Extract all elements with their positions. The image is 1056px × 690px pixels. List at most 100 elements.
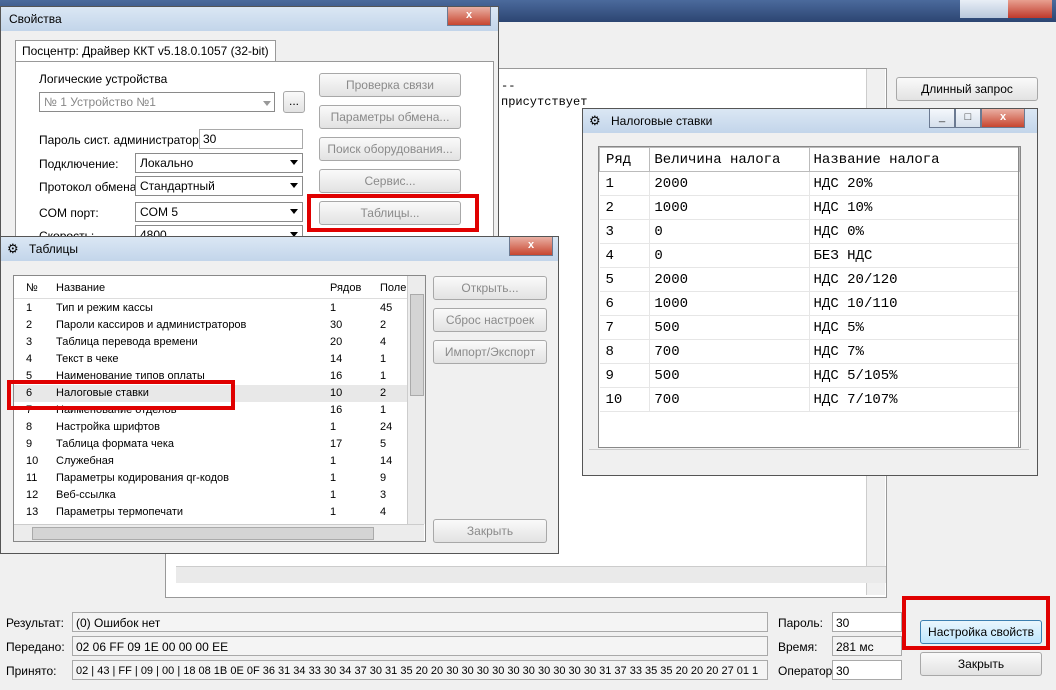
tax-table[interactable]: Ряд Величина налога Название налога 1 200… [599,147,1020,412]
com-port-select[interactable]: COM 5 [135,202,303,222]
tax-cell-row: 3 [599,219,651,244]
table-cell-fields: 45 [380,302,393,314]
connection-label: Подключение: [39,157,119,171]
connection-select[interactable]: Локально [135,153,303,173]
table-row[interactable]: 11 Параметры кодирования qr-кодов 1 9 [14,470,407,487]
col-value-header: Величина налога [649,147,810,172]
table-cell-num: 10 [26,455,39,467]
table-row[interactable]: 13 Параметры термопечати 1 4 [14,504,407,521]
tax-row[interactable]: 2 1000 НДС 10% [599,195,1020,220]
tax-table-right-border [1018,147,1019,447]
maximize-icon[interactable]: □ [955,109,981,128]
properties-title: Свойства [9,12,62,26]
protocol-select[interactable]: Стандартный [135,176,303,196]
properties-tab[interactable]: Посцентр: Драйвер ККТ v5.18.0.1057 (32-b… [15,40,276,61]
table-row[interactable]: 2 Пароли кассиров и администраторов 30 2 [14,317,407,334]
main-min-button[interactable] [960,0,984,18]
tax-cell-value: 500 [649,363,810,388]
minimize-icon[interactable]: _ [929,109,955,128]
col-row-header: Ряд [599,147,651,172]
tables-vscroll[interactable] [407,276,425,524]
device-select-arrow [263,101,271,106]
device-select[interactable]: № 1 Устройство №1 [39,92,275,112]
table-cell-name: Таблица перевода времени [56,336,198,348]
logical-devices-label: Логические устройства [39,72,168,86]
close-button[interactable]: Закрыть [920,652,1042,676]
table-cell-num: 1 [26,302,33,314]
log-line-2: присутствует [501,95,588,109]
table-cell-rows: 30 [330,319,343,331]
tax-status-bar [589,449,1029,470]
vscroll-thumb[interactable] [410,294,424,396]
tax-cell-row: 4 [599,243,651,268]
table-cell-num: 4 [26,353,33,365]
close-icon[interactable]: x [981,109,1025,128]
reset-settings-button[interactable]: Сброс настроек [433,308,547,332]
table-cell-rows: 20 [330,336,343,348]
import-export-button[interactable]: Импорт/Экспорт [433,340,547,364]
table-cell-name: Служебная [56,455,114,467]
log-line-1: -- [501,79,516,93]
table-cell-fields: 9 [380,472,387,484]
table-row[interactable]: 10 Служебная 1 14 [14,453,407,470]
main-close-button[interactable] [1008,0,1052,18]
open-button[interactable]: Открыть... [433,276,547,300]
table-cell-rows: 1 [330,489,337,501]
tax-row[interactable]: 8 700 НДС 7% [599,339,1020,364]
table-row[interactable]: 9 Таблица формата чека 17 5 [14,436,407,453]
tax-row[interactable]: 6 1000 НДС 10/110 [599,291,1020,316]
tables-hscroll[interactable] [14,524,424,541]
service-button[interactable]: Сервис... [319,169,461,193]
properties-window: Свойства x Посцентр: Драйвер ККТ v5.18.0… [0,6,499,249]
search-equipment-button[interactable]: Поиск оборудования... [319,137,461,161]
long-request-button[interactable]: Длинный запрос [896,77,1038,101]
tax-table-area: Ряд Величина налога Название налога 1 200… [598,146,1021,448]
tax-cell-value: 700 [649,339,810,364]
table-row[interactable]: 4 Текст в чеке 14 1 [14,351,407,368]
exchange-params-button[interactable]: Параметры обмена... [319,105,461,129]
table-row[interactable]: 12 Веб-ссылка 1 3 [14,487,407,504]
tax-row[interactable]: 1 2000 НДС 20% [599,171,1020,196]
tables-button-highlight [307,194,479,232]
close-icon[interactable]: x [509,237,553,256]
tax-cell-row: 2 [599,195,651,220]
table-row[interactable]: 3 Таблица перевода времени 20 4 [14,334,407,351]
com-port-label: COM порт: [39,206,99,220]
table-cell-name: Таблица формата чека [56,438,175,450]
tables-close-button[interactable]: Закрыть [433,519,547,543]
table-cell-rows: 1 [330,472,337,484]
table-row[interactable]: 8 Настройка шрифтов 1 24 [14,419,407,436]
hscroll-thumb[interactable] [32,527,374,540]
tax-cell-row: 5 [599,267,651,292]
browse-button[interactable]: ... [283,91,305,113]
table-cell-rows: 1 [330,455,337,467]
received-field: 02 | 43 | FF | 09 | 00 | 18 08 1B 0E 0F … [72,660,768,680]
tax-row[interactable]: 4 0 БЕЗ НДС [599,243,1020,268]
connection-value: Локально [140,156,194,170]
table-cell-rows: 14 [330,353,343,365]
close-icon[interactable]: x [447,7,491,26]
tax-row[interactable]: 5 2000 НДС 20/120 [599,267,1020,292]
tax-cell-value: 700 [649,387,810,412]
tax-row[interactable]: 7 500 НДС 5% [599,315,1020,340]
table-cell-rows: 10 [330,387,343,399]
table-row[interactable]: 1 Тип и режим кассы 1 45 [14,300,407,317]
tax-rates-window: ⚙ Налоговые ставки _ □ x Ряд Величина на… [582,108,1038,476]
password-field[interactable]: 30 [832,612,902,632]
main-max-button[interactable] [984,0,1008,18]
tax-cell-row: 6 [599,291,651,316]
tax-cell-row: 9 [599,363,651,388]
admin-password-field[interactable]: 30 [199,129,303,149]
chevron-down-icon [290,160,298,165]
table-cell-name: Текст в чеке [56,353,119,365]
tax-cell-value: 2000 [649,171,810,196]
table-cell-rows: 1 [330,421,337,433]
log-bottom-scrollbar[interactable] [176,566,886,583]
tax-row[interactable]: 3 0 НДС 0% [599,219,1020,244]
table-cell-rows: 17 [330,438,343,450]
tax-row[interactable]: 9 500 НДС 5/105% [599,363,1020,388]
operator-field[interactable]: 30 [832,660,902,680]
check-connection-button[interactable]: Проверка связи [319,73,461,97]
tax-cell-value: 0 [649,219,810,244]
tax-row[interactable]: 10 700 НДС 7/107% [599,387,1020,412]
